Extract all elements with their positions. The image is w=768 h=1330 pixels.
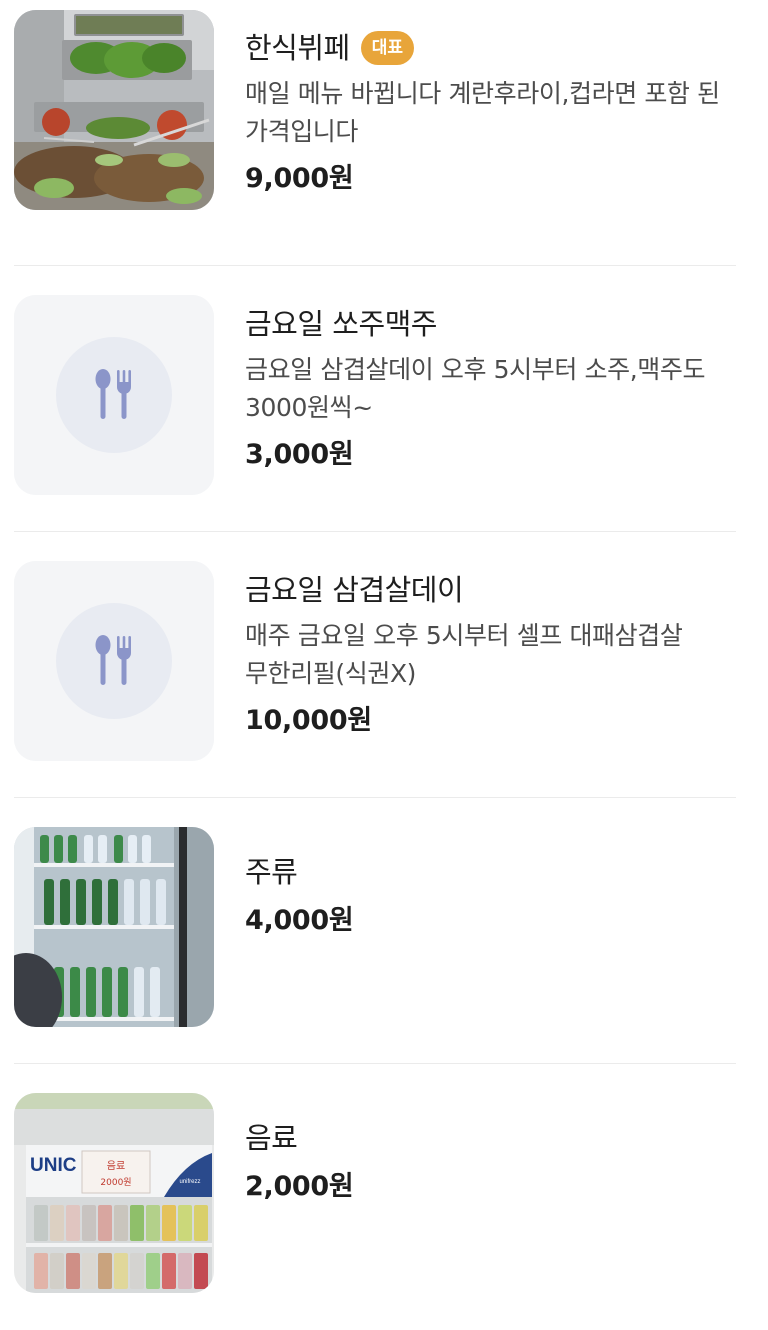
menu-item-friday-pork-belly-day[interactable]: 금요일 삼겹살데이 매주 금요일 오후 5시부터 셀프 대패삼겹살 무한리필(식… xyxy=(14,532,736,798)
menu-item-price: 2,000원 xyxy=(245,1171,354,1202)
menu-item-name: 음료 xyxy=(245,1121,298,1155)
placeholder-circle xyxy=(56,337,172,453)
name-row: 금요일 삼겹살데이 xyxy=(245,569,740,611)
fridge-sign-text: 음료 xyxy=(107,1160,125,1172)
menu-item-info: 금요일 쏘주맥주 금요일 삼겹살데이 오후 5시부터 소주,맥주도 3000원씩… xyxy=(245,303,740,475)
menu-item-placeholder-image[interactable] xyxy=(14,561,214,761)
menu-item-info: 금요일 삼겹살데이 매주 금요일 오후 5시부터 셀프 대패삼겹살 무한리필(식… xyxy=(245,569,740,741)
menu-item-korean-buffet[interactable]: 한식뷔페 대표 매일 메뉴 바뀝니다 계란후라이,컵라면 포함 된 가격입니다 … xyxy=(14,0,736,266)
menu-item-name: 주류 xyxy=(245,855,298,889)
menu-item-info: 주류 4,000원 xyxy=(245,851,740,941)
fridge-sign-price: 2000원 xyxy=(100,1177,131,1188)
menu-item-name: 한식뷔페 xyxy=(245,31,350,65)
menu-item-description: 매주 금요일 오후 5시부터 셀프 대패삼겹살 무한리필(식권X) xyxy=(245,621,683,688)
menu-item-price: 9,000원 xyxy=(245,163,354,194)
menu-item-liquor[interactable]: 주류 4,000원 xyxy=(14,798,736,1064)
brand-logo-text: UNIC xyxy=(30,1155,77,1176)
menu-item-description: 금요일 삼겹살데이 오후 5시부터 소주,맥주도 3000원씩~ xyxy=(245,355,706,422)
menu-item-price: 10,000원 xyxy=(245,705,372,736)
name-row: 음료 xyxy=(245,1117,740,1159)
menu-item-info: 음료 2,000원 xyxy=(245,1117,740,1207)
menu-item-price: 4,000원 xyxy=(245,905,354,936)
menu-item-friday-soju-beer[interactable]: 금요일 쏘주맥주 금요일 삼겹살데이 오후 5시부터 소주,맥주도 3000원씩… xyxy=(14,266,736,532)
buffet-photo[interactable] xyxy=(14,10,214,210)
menu-item-placeholder-image[interactable] xyxy=(14,295,214,495)
fridge-brand-label: unifrezz xyxy=(179,1179,200,1185)
signature-badge: 대표 xyxy=(360,31,415,65)
name-row: 주류 xyxy=(245,851,740,893)
menu-item-name: 금요일 삼겹살데이 xyxy=(245,573,464,607)
placeholder-circle xyxy=(56,603,172,719)
menu-item-name: 금요일 쏘주맥주 xyxy=(245,307,437,341)
menu-item-description: 매일 메뉴 바뀝니다 계란후라이,컵라면 포함 된 가격입니다 xyxy=(245,79,720,146)
liquor-fridge-photo[interactable] xyxy=(14,827,214,1027)
drink-fridge-photo[interactable]: UNIC 음료 2000원 unifrezz xyxy=(14,1093,214,1293)
name-row: 금요일 쏘주맥주 xyxy=(245,303,740,345)
menu-item-price: 3,000원 xyxy=(245,439,354,470)
name-row: 한식뷔페 대표 xyxy=(245,27,740,69)
menu-item-info: 한식뷔페 대표 매일 메뉴 바뀝니다 계란후라이,컵라면 포함 된 가격입니다 … xyxy=(245,27,740,199)
menu-item-beverage[interactable]: UNIC 음료 2000원 unifrezz 음료 2,000원 xyxy=(14,1064,736,1330)
